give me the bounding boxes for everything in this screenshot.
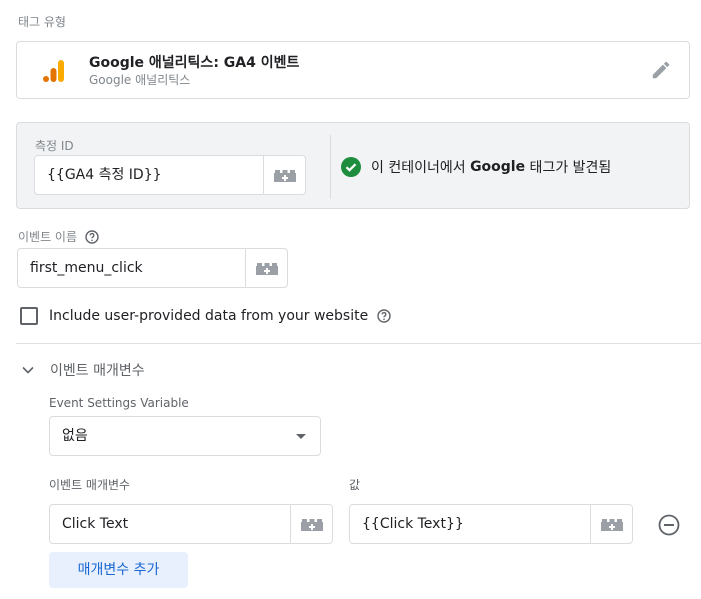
event-params-header[interactable]: 이벤트 매개변수 <box>22 360 145 380</box>
param-value-field[interactable]: {{Click Text}} <box>349 504 633 544</box>
variable-picker-button[interactable] <box>245 249 287 287</box>
lego-brick-icon <box>273 170 296 182</box>
help-icon[interactable] <box>85 229 99 244</box>
variable-picker-button[interactable] <box>263 156 305 194</box>
measurement-id-value[interactable]: {{GA4 측정 ID}} <box>47 156 162 194</box>
tag-type-card[interactable]: Google 애널리틱스: GA4 이벤트 Google 애널리틱스 <box>16 41 690 99</box>
event-params-title: 이벤트 매개변수 <box>50 363 145 379</box>
help-icon[interactable] <box>377 309 391 323</box>
settings-variable-label: Event Settings Variable <box>49 396 189 410</box>
event-name-label-row: 이벤트 이름 <box>18 228 99 245</box>
pencil-icon[interactable] <box>650 59 672 81</box>
chevron-down-icon <box>22 366 34 374</box>
tag-type-subtitle: Google 애널리틱스 <box>89 73 191 87</box>
measurement-id-label: 측정 ID <box>35 139 74 153</box>
status-text-suffix: 태그가 발견됨 <box>525 160 612 176</box>
param-name-field[interactable]: Click Text <box>49 504 333 544</box>
event-name-value[interactable]: first_menu_click <box>30 249 143 287</box>
measurement-id-field[interactable]: {{GA4 측정 ID}} <box>34 155 306 195</box>
google-tag-status: 이 컨테이너에서 Google 태그가 발견됨 <box>341 157 611 177</box>
event-name-field[interactable]: first_menu_click <box>17 248 288 288</box>
section-divider <box>16 343 701 344</box>
lego-brick-icon <box>255 263 278 275</box>
param-value-value[interactable]: {{Click Text}} <box>362 505 464 543</box>
variable-picker-button[interactable] <box>290 505 332 543</box>
google-analytics-icon <box>43 60 64 82</box>
user-data-checkbox-row: Include user-provided data from your web… <box>20 307 391 325</box>
check-circle-icon <box>341 157 361 177</box>
remove-circle-icon[interactable] <box>657 513 681 537</box>
lego-brick-icon <box>600 519 623 531</box>
add-parameter-button[interactable]: 매개변수 추가 <box>49 552 188 588</box>
vertical-divider <box>330 135 331 199</box>
status-text-prefix: 이 컨테이너에서 <box>371 160 471 176</box>
param-name-column-label: 이벤트 매개변수 <box>49 478 131 492</box>
param-value-column-label: 값 <box>349 478 361 492</box>
settings-variable-value: 없음 <box>62 428 88 444</box>
tag-type-section-label: 태그 유형 <box>18 15 66 29</box>
dropdown-arrow-icon <box>296 434 306 439</box>
measurement-id-box: 측정 ID {{GA4 측정 ID}} 이 컨테이너에서 Google 태그가 … <box>16 122 690 209</box>
status-text-bold: Google <box>470 159 526 175</box>
param-name-value[interactable]: Click Text <box>62 505 128 543</box>
user-data-checkbox[interactable] <box>20 307 38 325</box>
event-name-label: 이벤트 이름 <box>18 230 78 244</box>
variable-picker-button[interactable] <box>590 505 632 543</box>
lego-brick-icon <box>300 519 323 531</box>
tag-type-title: Google 애널리틱스: GA4 이벤트 <box>89 55 300 71</box>
user-data-checkbox-label[interactable]: Include user-provided data from your web… <box>49 308 368 324</box>
settings-variable-select[interactable]: 없음 <box>49 416 321 456</box>
